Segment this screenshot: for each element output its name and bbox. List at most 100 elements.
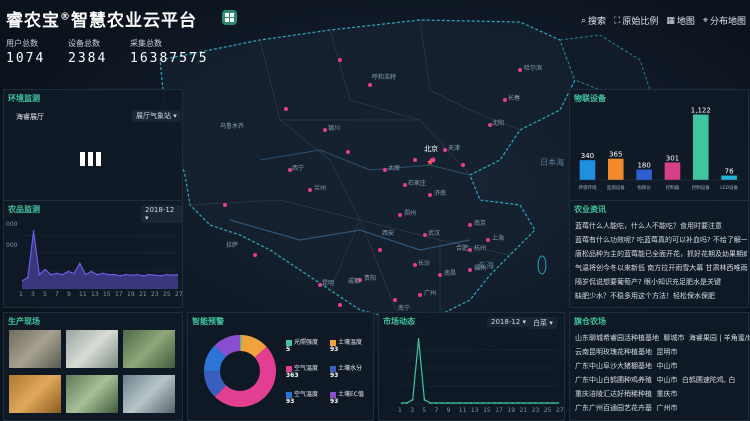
area-fill (22, 231, 178, 289)
news-item[interactable]: 唐松品种为主的蓝莓能已全面开花，抓好花期及幼果期病 (575, 249, 747, 259)
market-trends-panel: 市场动态 2018-12 ▾ 白菜 ▾ 1 3 5 7 9 11 13 15 17 19 21 23 2… (378, 312, 565, 421)
map-label-wuhan: 武汉 (428, 230, 441, 237)
farm-city: 中山市 (656, 376, 678, 384)
legend-value: 93 (330, 372, 339, 379)
farm-row[interactable]: 广东中山白鹤圃种鸡养殖 中山市 白鹤圃速陀鸡, 白 (575, 375, 735, 385)
bar (579, 160, 596, 180)
camera-feed-1[interactable] (9, 330, 61, 368)
x-tick-label: 5 (43, 291, 47, 298)
map-label-shenyang: 沈阳 (492, 120, 505, 127)
news-item[interactable]: 蓝莓什么人能吃，什么人不能吃？食用时要注意 (575, 221, 747, 231)
market-month-select[interactable]: 2018-12 ▾ (487, 317, 530, 327)
scale-tool-button[interactable]: ⛶ 原始比例 (614, 14, 658, 28)
camera-feed-3[interactable] (123, 330, 175, 368)
x-tick-label: 25 (543, 407, 552, 414)
grid-menu-icon[interactable] (222, 10, 237, 25)
bar (664, 162, 681, 180)
data-point (107, 273, 110, 276)
map-tool-button[interactable]: ▦ 地图 (666, 14, 695, 28)
series-line (401, 338, 559, 404)
farm-city: 聊城市 (663, 334, 685, 342)
agri-news-panel: 农业资讯 蓝莓什么人能吃，什么人不能吃？食用时要注意 蓝莓有什么功效呢? 吃蓝莓… (569, 200, 749, 308)
map-label-guangzhou: 广州 (424, 290, 437, 297)
data-point (435, 402, 438, 404)
x-tick-label: 1 (19, 291, 23, 298)
x-tick-label: 27 (556, 407, 564, 414)
map-label-xining: 西宁 (292, 165, 305, 172)
data-point (546, 402, 549, 404)
bar (721, 175, 737, 180)
data-point (96, 273, 99, 276)
farm-monitor-panel: 农品监测 2018-12 ▾ 000 000 1 3 5 7 9 11 13 15 17 19 21… (3, 200, 183, 308)
stat-devices: 设备总数 2384 (68, 38, 107, 66)
news-item[interactable]: 缺肥少水？不稳多用这个方法！轻松保水保肥 (575, 291, 747, 301)
month-select-label: 2018-12 (145, 206, 175, 214)
env-location: 海睿展厅 (16, 113, 44, 121)
data-point (159, 274, 162, 277)
legend-value: 93 (330, 346, 339, 353)
map-label-tianjin: 天津 (448, 145, 461, 152)
bar (608, 158, 624, 180)
map-label-guiyang: 贵阳 (364, 275, 377, 282)
station-select-label: 展厅气象站 (136, 112, 171, 120)
data-point (26, 276, 29, 279)
x-axis-ticks: 1 3 5 7 9 11 13 15 17 19 21 23 25 27 (19, 291, 183, 299)
data-point (505, 402, 508, 404)
camera-feed-4[interactable] (9, 375, 61, 413)
scale-icon: ⛶ (614, 15, 621, 26)
farm-city: 中山市 (656, 362, 678, 370)
data-point (540, 402, 543, 404)
product-select[interactable]: 白菜 ▾ (529, 317, 557, 329)
news-item[interactable]: 隔岁侃说想要葡萄产? 眼小知识充足肥水是关键 (575, 277, 747, 287)
map-label-hangzhou: 杭州 (474, 245, 487, 252)
legend-label: 空气温度 (294, 365, 319, 372)
distribution-tool-button[interactable]: ⌖ 分布地图 (703, 14, 746, 28)
legend-swatch (286, 339, 292, 346)
farm-row[interactable]: 广东广州百通园艺花卉基 广州市 (575, 403, 677, 413)
data-point (49, 273, 52, 276)
map-label-hefei: 合肥 (456, 245, 469, 252)
map-label-zhengzhou: 郑州 (404, 210, 417, 217)
data-point (411, 398, 414, 401)
camera-feed-6[interactable] (123, 375, 175, 413)
map-label-nanchang: 南昌 (444, 270, 457, 277)
legend-value: 93 (330, 398, 339, 405)
farm-row[interactable]: 广东中山阜沙大猪棚基地 中山市 (575, 361, 677, 371)
legend-item: 土壤温度 93 (330, 337, 362, 353)
search-tool-button[interactable]: ⌕ 搜索 (581, 14, 606, 28)
legend-item: 光照强度 5 (286, 337, 318, 353)
map-label-beijing: 北京 (424, 145, 438, 153)
bar-value-label: 301 (666, 154, 679, 162)
data-point (113, 273, 116, 276)
news-item[interactable]: 蓝莓有什么功效呢? 吃蓝莓真的可以补血吗? 不给了解一下 (575, 235, 747, 245)
x-tick-label: 19 (507, 407, 516, 414)
data-point (452, 402, 455, 404)
camera-feed-5[interactable] (66, 375, 118, 413)
x-tick-label: 9 (446, 407, 451, 414)
x-tick-label: 17 (495, 407, 503, 414)
legend-item: 土壤水分 93 (330, 363, 362, 379)
station-select[interactable]: 展厅气象站 ▾ (132, 110, 181, 122)
farm-row[interactable]: 山东聊城希睿园活种植基地 聊城市 海睿果园 | 羊角蜜/绿 (575, 333, 750, 343)
bar-category-label: 控制设备 (692, 184, 710, 191)
legend-value: 363 (286, 372, 299, 379)
farm-row[interactable]: 重庆涪陵汇达好稍稀种植 重庆市 (575, 389, 677, 399)
x-tick-label: 5 (422, 407, 427, 414)
data-point (429, 402, 432, 404)
x-tick-label: 15 (483, 407, 491, 414)
news-item[interactable]: 气温将创今冬以来新低 南方拉开雨雪大幕 甘肃林西唯雨降 (575, 263, 747, 273)
x-tick-label: 23 (531, 407, 540, 414)
flagship-farms-panel: 旗仓农场 山东聊城希睿园活种植基地 聊城市 海睿果园 | 羊角蜜/绿 云南昆明玫… (569, 312, 750, 421)
x-tick-label: 23 (151, 291, 159, 298)
panel-title: 农品监测 (8, 205, 40, 214)
warning-donut-chart (204, 335, 276, 407)
legend-value: 5 (286, 346, 291, 353)
app-title: 睿农宝®智慧农业云平台 (6, 6, 197, 31)
camera-feed-2[interactable] (66, 330, 118, 368)
data-point (552, 402, 555, 404)
legend-item: 空气温度 363 (286, 363, 318, 379)
farm-row[interactable]: 云南昆明玫瑰花种植基地 昆明市 (575, 347, 677, 357)
registered-mark: ® (60, 11, 71, 23)
map-label-jinan: 济南 (434, 190, 447, 197)
data-point (142, 274, 145, 277)
